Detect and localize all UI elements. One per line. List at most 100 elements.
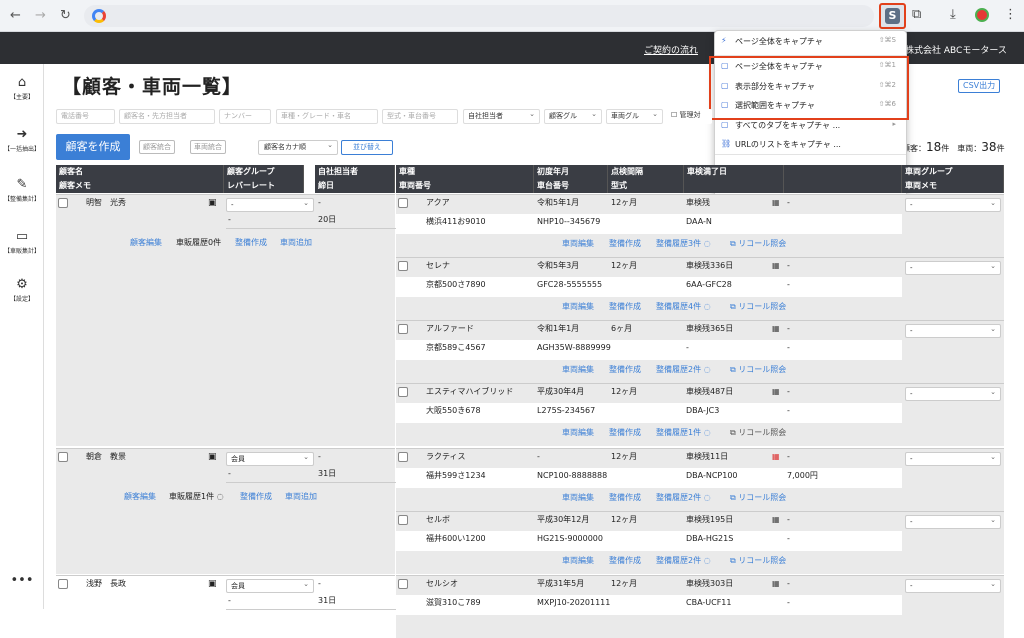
vehicle-maint-link[interactable]: 整備作成 bbox=[609, 492, 641, 503]
filter-2[interactable]: 顧客名・先方担当者 bbox=[119, 109, 215, 124]
more-icon[interactable]: ⋮ bbox=[1004, 6, 1017, 24]
vehicle-history-link[interactable]: 整備履歴3件 ◌ bbox=[656, 238, 711, 249]
vehicle-maint-link[interactable]: 整備作成 bbox=[609, 427, 641, 438]
recall-link[interactable]: ⧉ リコール照会 bbox=[730, 427, 786, 438]
filter-1[interactable]: 電話番号 bbox=[56, 109, 115, 124]
filter-5[interactable]: 型式・車台番号 bbox=[382, 109, 458, 124]
vehicle-group-select[interactable]: - bbox=[905, 323, 1001, 338]
calendar-icon[interactable]: ▦ bbox=[772, 258, 780, 274]
menu-item[interactable]: ⛓ URLのリストをキャプチャ ... bbox=[715, 139, 906, 153]
vehicle-checkbox[interactable] bbox=[398, 452, 408, 462]
vehicle-group-select[interactable]: - bbox=[905, 451, 1001, 466]
vehicle-history-link[interactable]: 整備履歴2件 ◌ bbox=[656, 555, 711, 566]
staff-value: - bbox=[318, 198, 321, 207]
customer-link[interactable]: 車両追加 bbox=[280, 237, 312, 248]
merge-vehicle-button[interactable]: 車両統合 bbox=[190, 140, 226, 154]
merge-customer-button[interactable]: 顧客統合 bbox=[139, 140, 175, 154]
vehicle-edit-link[interactable]: 車両編集 bbox=[562, 427, 594, 438]
filter-4[interactable]: 車種・グレード・車名 bbox=[276, 109, 378, 124]
customer-checkbox[interactable] bbox=[58, 198, 68, 208]
customer-checkbox[interactable] bbox=[58, 579, 68, 589]
calendar-icon[interactable]: ▦ bbox=[772, 384, 780, 400]
vehicle-history-link[interactable]: 整備履歴2件 ◌ bbox=[656, 492, 711, 503]
sidebar-item[interactable]: ✎ 【整備集計】 bbox=[0, 178, 44, 204]
customer-group-select[interactable]: 会員 bbox=[226, 578, 314, 593]
vehicle-history-link[interactable]: 整備履歴1件 ◌ bbox=[656, 427, 711, 438]
vehicle-checkbox[interactable] bbox=[398, 261, 408, 271]
puzzle-icon[interactable]: ⧉ bbox=[912, 6, 921, 24]
rate-value: - bbox=[228, 469, 231, 478]
menu-item[interactable]: ▢ すべてのタブをキャプチャ ... ▸ bbox=[715, 120, 906, 134]
customer-group-select[interactable]: 会員 bbox=[226, 451, 314, 466]
customer-link[interactable]: 車販履歴1件 ◌ bbox=[169, 491, 224, 502]
sidebar-item[interactable]: ⚙ 【設定】 bbox=[0, 278, 44, 304]
vehicle-group-select[interactable]: - bbox=[905, 260, 1001, 275]
vehicle-checkbox[interactable] bbox=[398, 198, 408, 208]
filter-8[interactable]: 車両グル bbox=[606, 108, 663, 124]
customer-group-select[interactable]: - bbox=[226, 197, 314, 212]
customer-link[interactable]: 車両追加 bbox=[285, 491, 317, 502]
vehicle-history-link[interactable]: 整備履歴4件 ◌ bbox=[656, 301, 711, 312]
recall-link[interactable]: ⧉ リコール照会 bbox=[730, 364, 786, 375]
vehicle-group-select[interactable]: - bbox=[905, 386, 1001, 401]
download-icon[interactable]: ⤓ bbox=[950, 6, 956, 24]
vehicle-checkbox[interactable] bbox=[398, 579, 408, 589]
vehicle-checkbox[interactable] bbox=[398, 515, 408, 525]
calendar-icon[interactable]: ▦ bbox=[772, 576, 780, 592]
vehicle-maint-link[interactable]: 整備作成 bbox=[609, 238, 641, 249]
customer-link[interactable]: 整備作成 bbox=[240, 491, 272, 502]
recall-link[interactable]: ⧉ リコール照会 bbox=[730, 555, 786, 566]
calendar-icon[interactable]: ▦ bbox=[772, 512, 780, 528]
sidebar-item[interactable]: ▭ 【車販集計】 bbox=[0, 230, 44, 256]
vehicle-edit-link[interactable]: 車両編集 bbox=[562, 492, 594, 503]
filter-3[interactable]: ナンバー bbox=[219, 109, 271, 124]
vehicle-model: アルファード bbox=[426, 324, 474, 333]
vehicle-edit-link[interactable]: 車両編集 bbox=[562, 364, 594, 375]
reload-icon[interactable]: ↻ bbox=[60, 8, 71, 24]
vehicle-maint-link[interactable]: 整備作成 bbox=[609, 301, 641, 312]
sidebar-item[interactable]: ⌂ 【主要】 bbox=[0, 76, 44, 102]
filter-9[interactable]: ☐ 管理対 bbox=[667, 109, 712, 124]
sidebar-item-label: 【車販集計】 bbox=[3, 248, 40, 255]
vehicle-edit-link[interactable]: 車両編集 bbox=[562, 238, 594, 249]
sidebar-item[interactable]: ➜ 【一括抽出】 bbox=[0, 128, 44, 154]
screenshot-extension-button[interactable]: S bbox=[879, 3, 906, 29]
recall-link[interactable]: ⧉ リコール照会 bbox=[730, 492, 786, 503]
vehicle-edit-link[interactable]: 車両編集 bbox=[562, 555, 594, 566]
contact-card-icon: ▣ bbox=[208, 452, 217, 462]
vehicle-interval: 12ヶ月 bbox=[611, 579, 638, 588]
calendar-icon[interactable]: ▦ bbox=[772, 321, 780, 337]
menu-item[interactable]: ⚡ ページ全体をキャプチャ ⇧⌘S bbox=[715, 36, 906, 50]
sort-button[interactable]: 並び替え bbox=[341, 140, 393, 155]
vehicle-history-link[interactable]: 整備履歴2件 ◌ bbox=[656, 364, 711, 375]
calendar-icon[interactable]: ▦ bbox=[772, 449, 780, 465]
back-icon[interactable]: ← bbox=[10, 8, 21, 24]
address-bar[interactable] bbox=[84, 5, 874, 27]
forward-icon[interactable]: → bbox=[35, 8, 46, 24]
customer-link[interactable]: 顧客編集 bbox=[130, 237, 162, 248]
create-customer-button[interactable]: 顧客を作成 bbox=[56, 134, 130, 160]
contract-flow-link[interactable]: ご契約の流れ bbox=[644, 43, 698, 56]
customer-row bbox=[56, 194, 395, 446]
customer-link[interactable]: 顧客編集 bbox=[124, 491, 156, 502]
recall-link[interactable]: ⧉ リコール照会 bbox=[730, 238, 786, 249]
customer-checkbox[interactable] bbox=[58, 452, 68, 462]
customer-link[interactable]: 整備作成 bbox=[235, 237, 267, 248]
profile-avatar[interactable] bbox=[975, 8, 989, 22]
vehicle-checkbox[interactable] bbox=[398, 387, 408, 397]
customer-link[interactable]: 車販履歴0件 bbox=[176, 237, 221, 248]
recall-link[interactable]: ⧉ リコール照会 bbox=[730, 301, 786, 312]
vehicle-group-select[interactable]: - bbox=[905, 578, 1001, 593]
vehicle-maint-link[interactable]: 整備作成 bbox=[609, 555, 641, 566]
filter-6[interactable]: 自社担当者 bbox=[463, 108, 540, 124]
vehicle-group-select[interactable]: - bbox=[905, 514, 1001, 529]
vehicle-edit-link[interactable]: 車両編集 bbox=[562, 301, 594, 312]
vehicle-group-select[interactable]: - bbox=[905, 197, 1001, 212]
calendar-icon[interactable]: ▦ bbox=[772, 195, 780, 211]
sidebar-item[interactable]: ••• bbox=[0, 574, 44, 590]
vehicle-checkbox[interactable] bbox=[398, 324, 408, 334]
filter-7[interactable]: 顧客グル bbox=[544, 108, 602, 124]
sort-select[interactable]: 顧客名カナ順 bbox=[258, 139, 338, 155]
csv-export-button[interactable]: CSV出力 bbox=[958, 79, 1001, 93]
vehicle-maint-link[interactable]: 整備作成 bbox=[609, 364, 641, 375]
